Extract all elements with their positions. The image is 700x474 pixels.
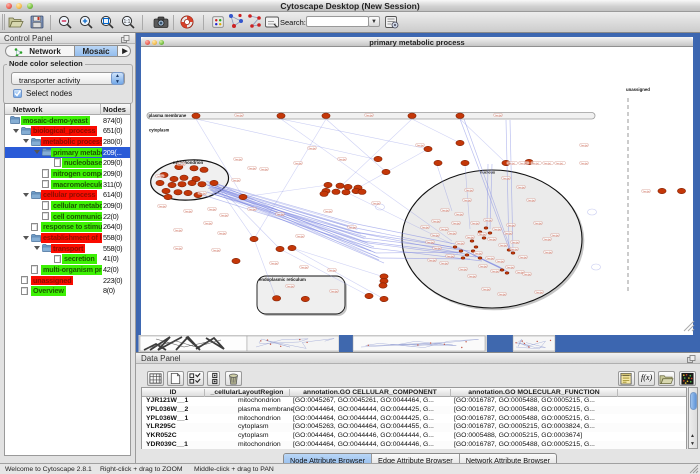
svg-text:Ynn (p): Ynn (p) bbox=[373, 203, 380, 205]
svg-text:Ynn (p): Ynn (p) bbox=[457, 243, 464, 245]
svg-text:Ynn (p): Ynn (p) bbox=[581, 163, 588, 165]
svg-text:Ynn (p): Ynn (p) bbox=[441, 229, 448, 231]
svg-text:plasma membrane: plasma membrane bbox=[149, 113, 187, 118]
svg-text:Ynn (p): Ynn (p) bbox=[524, 274, 531, 276]
svg-text:Ynn (p): Ynn (p) bbox=[331, 291, 338, 293]
svg-text:Ynn (p): Ynn (p) bbox=[213, 250, 220, 252]
svg-text:1:1: 1:1 bbox=[124, 19, 131, 25]
svg-text:Ynn (p): Ynn (p) bbox=[464, 200, 471, 202]
svg-text:Ynn (p): Ynn (p) bbox=[545, 252, 552, 254]
svg-text:Ynn (p): Ynn (p) bbox=[466, 190, 473, 192]
svg-text:Ynn (p): Ynn (p) bbox=[643, 191, 650, 193]
svg-text:Ynn (p): Ynn (p) bbox=[271, 263, 278, 265]
svg-text:Ynn (p): Ynn (p) bbox=[544, 239, 551, 241]
svg-text:Ynn (p): Ynn (p) bbox=[456, 214, 463, 216]
svg-text:Ynn (p): Ynn (p) bbox=[453, 223, 460, 225]
svg-text:Ynn (p): Ynn (p) bbox=[492, 271, 499, 273]
svg-text:Ynn (p): Ynn (p) bbox=[508, 225, 515, 227]
svg-text:Ynn (p): Ynn (p) bbox=[500, 245, 507, 247]
svg-text:Ynn (p): Ynn (p) bbox=[434, 248, 441, 250]
svg-text:Ynn (p): Ynn (p) bbox=[449, 233, 456, 235]
svg-text:Ynn (p): Ynn (p) bbox=[157, 176, 164, 178]
svg-text:Ynn (p): Ynn (p) bbox=[485, 220, 492, 222]
svg-text:Ynn (p): Ynn (p) bbox=[467, 237, 474, 239]
svg-text:Ynn (p): Ynn (p) bbox=[581, 145, 588, 147]
svg-text:Ynn (p): Ynn (p) bbox=[235, 159, 242, 161]
svg-text:Ynn (p): Ynn (p) bbox=[301, 267, 308, 269]
svg-text:Ynn (p): Ynn (p) bbox=[433, 221, 440, 223]
svg-text:Ynn (p): Ynn (p) bbox=[469, 276, 476, 278]
svg-text:Ynn (p): Ynn (p) bbox=[277, 214, 284, 216]
svg-text:Ynn (p): Ynn (p) bbox=[518, 187, 525, 189]
svg-text:Ynn (p): Ynn (p) bbox=[427, 242, 434, 244]
svg-text:Ynn (p): Ynn (p) bbox=[480, 266, 487, 268]
svg-text:Ynn (p): Ynn (p) bbox=[544, 163, 551, 165]
svg-text:Ynn (p): Ynn (p) bbox=[479, 234, 486, 236]
svg-text:Ynn (p): Ynn (p) bbox=[249, 168, 256, 170]
svg-text:Ynn (p): Ynn (p) bbox=[487, 258, 494, 260]
svg-text:Ynn (p): Ynn (p) bbox=[505, 233, 512, 235]
svg-text:Ynn (p): Ynn (p) bbox=[497, 261, 504, 263]
svg-text:Ynn (p): Ynn (p) bbox=[495, 115, 502, 117]
svg-text:Ynn (p): Ynn (p) bbox=[199, 193, 206, 195]
svg-text:Ynn (p): Ynn (p) bbox=[483, 289, 490, 291]
svg-text:Ynn (p): Ynn (p) bbox=[511, 249, 518, 251]
svg-text:Ynn (p): Ynn (p) bbox=[366, 115, 373, 117]
svg-text:Ynn (p): Ynn (p) bbox=[159, 206, 166, 208]
svg-text:Ynn (p): Ynn (p) bbox=[442, 210, 449, 212]
svg-text:Ynn (p): Ynn (p) bbox=[552, 235, 559, 237]
svg-text:Ynn (p): Ynn (p) bbox=[221, 215, 228, 217]
svg-text:Ynn (p): Ynn (p) bbox=[417, 145, 424, 147]
svg-text:Ynn (p): Ynn (p) bbox=[447, 256, 454, 258]
svg-text:Ynn (p): Ynn (p) bbox=[339, 159, 346, 161]
svg-text:Ynn (p): Ynn (p) bbox=[349, 227, 356, 229]
svg-text:Ynn (p): Ynn (p) bbox=[178, 164, 185, 166]
svg-text:Ynn (p): Ynn (p) bbox=[441, 263, 448, 265]
svg-text:Ynn (p): Ynn (p) bbox=[249, 209, 256, 211]
svg-text:endoplasmic reticulum: endoplasmic reticulum bbox=[259, 277, 306, 282]
svg-text:Ynn (p): Ynn (p) bbox=[432, 235, 439, 237]
svg-text:Ynn (p): Ynn (p) bbox=[295, 163, 302, 165]
svg-text:Ynn (p): Ynn (p) bbox=[503, 178, 510, 180]
svg-text:Ynn (p): Ynn (p) bbox=[489, 239, 496, 241]
svg-text:Ynn (p): Ynn (p) bbox=[520, 257, 527, 259]
svg-text:Ynn (p): Ynn (p) bbox=[556, 163, 563, 165]
svg-text:Ynn (p): Ynn (p) bbox=[494, 229, 501, 231]
svg-text:Ynn (p): Ynn (p) bbox=[297, 236, 304, 238]
svg-text:Ynn (p): Ynn (p) bbox=[528, 200, 535, 202]
svg-text:Ynn (p): Ynn (p) bbox=[512, 242, 519, 244]
svg-text:Ynn (p): Ynn (p) bbox=[520, 163, 527, 165]
svg-text:Ynn (p): Ynn (p) bbox=[536, 292, 543, 294]
svg-text:Ynn (p): Ynn (p) bbox=[507, 267, 514, 269]
svg-text:Ynn (p): Ynn (p) bbox=[329, 270, 336, 272]
svg-text:Ynn (p): Ynn (p) bbox=[219, 233, 226, 235]
svg-text:Ynn (p): Ynn (p) bbox=[236, 115, 243, 117]
svg-text:unassigned: unassigned bbox=[626, 87, 650, 92]
svg-text:Ynn (p): Ynn (p) bbox=[175, 248, 182, 250]
svg-text:Ynn (p): Ynn (p) bbox=[233, 180, 240, 182]
svg-text:Ynn (p): Ynn (p) bbox=[287, 286, 294, 288]
svg-text:Ynn (p): Ynn (p) bbox=[175, 230, 182, 232]
svg-text:Ynn (p): Ynn (p) bbox=[460, 269, 467, 271]
svg-text:Ynn (p): Ynn (p) bbox=[205, 223, 212, 225]
svg-text:Ynn (p): Ynn (p) bbox=[472, 223, 479, 225]
svg-text:Ynn (p): Ynn (p) bbox=[535, 223, 542, 225]
svg-text:Ynn (p): Ynn (p) bbox=[325, 211, 332, 213]
svg-text:Ynn (p): Ynn (p) bbox=[309, 148, 316, 150]
svg-text:Ynn (p): Ynn (p) bbox=[499, 294, 506, 296]
svg-text:Ynn (p): Ynn (p) bbox=[422, 227, 429, 229]
svg-text:Ynn (p): Ynn (p) bbox=[185, 211, 192, 213]
svg-text:cytoplasm: cytoplasm bbox=[149, 128, 170, 133]
svg-text:Ynn (p): Ynn (p) bbox=[429, 260, 436, 262]
svg-text:Ynn (p): Ynn (p) bbox=[475, 253, 482, 255]
svg-text:Ynn (p): Ynn (p) bbox=[261, 169, 268, 171]
svg-text:Ynn (p): Ynn (p) bbox=[209, 209, 216, 211]
svg-text:Ynn (p): Ynn (p) bbox=[508, 163, 515, 165]
svg-text:Ynn (p): Ynn (p) bbox=[532, 163, 539, 165]
